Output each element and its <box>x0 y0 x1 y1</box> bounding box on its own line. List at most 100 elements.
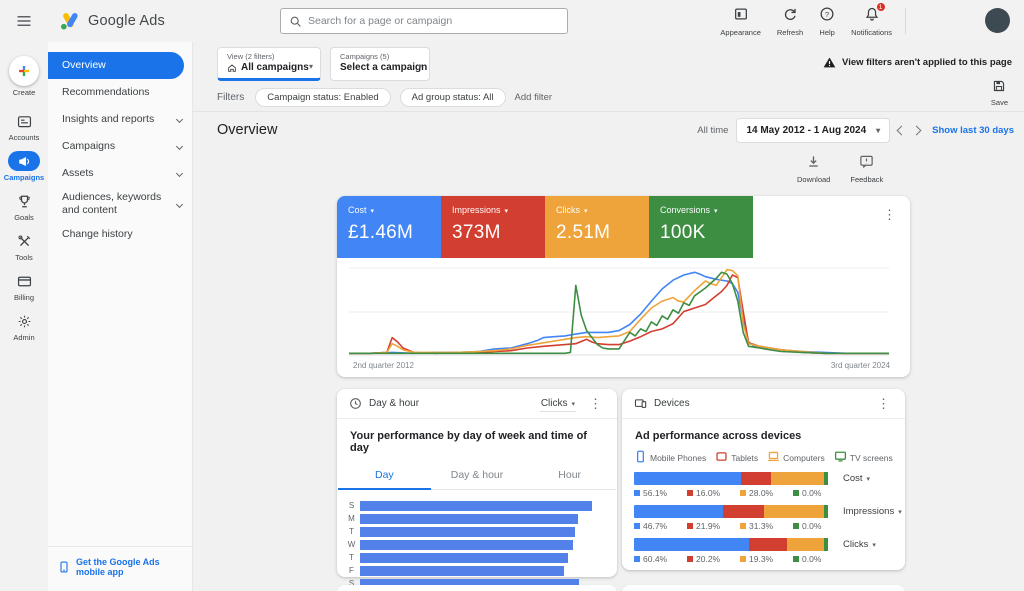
feedback-button[interactable]: Feedback <box>850 154 883 184</box>
metric-tile-conversions[interactable]: Conversions100K <box>649 196 753 258</box>
sidebar-item-insights-and-reports[interactable]: Insights and reports <box>48 106 192 133</box>
day-bar-row: M <box>346 512 601 525</box>
sidebar-item-label: Assets <box>62 167 94 180</box>
svg-text:?: ? <box>825 10 829 19</box>
day-bar[interactable] <box>360 553 568 563</box>
metric-label: Cost <box>348 205 430 215</box>
device-metric-select[interactable]: Clicks <box>843 539 876 550</box>
left-nav-panel: OverviewRecommendations Insights and repo… <box>48 42 193 591</box>
device-stat: 0.0% <box>793 521 846 531</box>
chart-tools: Download Feedback <box>797 154 883 184</box>
rail-item-admin[interactable]: Admin <box>0 311 48 342</box>
rail-item-tools[interactable]: Tools <box>0 231 48 262</box>
tools-icon <box>8 231 40 251</box>
metric-tile-impressions[interactable]: Impressions373M <box>441 196 545 258</box>
campaign-select[interactable]: Campaigns (5) Select a campaign ▾ <box>330 47 430 81</box>
device-stat: 16.0% <box>687 488 740 498</box>
devices-card: Devices ⋮ Ad performance across devices … <box>622 389 905 570</box>
dropdown-arrow-icon <box>580 205 588 215</box>
sidebar-item-audiences-keywords-and-content[interactable]: Audiences, keywords and content <box>48 187 192 221</box>
campaign-select-value: Select a campaign <box>340 62 427 73</box>
chevron-down-icon <box>176 200 183 207</box>
overflow-menu-button[interactable]: ⋮ <box>879 206 900 223</box>
google-ads-logo: Google Ads <box>58 11 165 31</box>
legend-item-tv-screens[interactable]: TV screens <box>834 450 893 465</box>
sidebar-item-overview[interactable]: Overview <box>48 52 184 79</box>
device-stats-row: 46.7%21.9%31.3%0.0% <box>634 521 846 531</box>
previous-range-button[interactable] <box>897 126 907 136</box>
device-metric-select[interactable]: Cost <box>843 473 870 484</box>
show-last-30-days-link[interactable]: Show last 30 days <box>932 125 1014 136</box>
create-button[interactable] <box>9 56 39 86</box>
view-select[interactable]: View (2 filters) All campaigns ▾ <box>217 47 321 81</box>
appearance-icon <box>733 6 749 27</box>
mobile-app-link[interactable]: Get the Google Ads mobile app <box>48 546 192 591</box>
bar-segment-computers <box>787 538 824 551</box>
device-stats-row: 56.1%16.0%28.0%0.0% <box>634 488 846 498</box>
menu-button[interactable] <box>0 12 48 30</box>
metric-tile-clicks[interactable]: Clicks2.51M <box>545 196 649 258</box>
device-stat-value: 0.0% <box>802 521 821 531</box>
overflow-menu-button[interactable]: ⋮ <box>586 395 605 412</box>
rail-item-create[interactable]: Create <box>0 56 48 97</box>
range-shortcut-label: All time <box>697 125 728 136</box>
legend-item-computers[interactable]: Computers <box>767 450 825 465</box>
device-stat-value: 19.3% <box>749 554 773 564</box>
devices-icon <box>634 397 647 410</box>
global-search[interactable] <box>280 8 568 34</box>
top-app-bar: Google Ads Appearance Refresh ?Help 1Notifi… <box>0 0 1024 42</box>
line-series-impressions <box>349 275 889 353</box>
day-bar[interactable] <box>360 540 573 550</box>
rail-item-accounts[interactable]: Accounts <box>0 111 48 142</box>
overflow-menu-button[interactable]: ⋮ <box>874 395 893 412</box>
rail-item-billing[interactable]: Billing <box>0 271 48 302</box>
day-bar[interactable] <box>360 514 578 524</box>
dropdown-arrow-icon <box>710 205 718 215</box>
day-bar[interactable] <box>360 566 564 576</box>
day-bar[interactable] <box>360 527 575 537</box>
refresh-button[interactable]: Refresh <box>777 6 803 37</box>
legend-item-mobile-phones[interactable]: Mobile Phones <box>634 450 706 465</box>
notification-badge: 1 <box>876 2 886 12</box>
tab-hour[interactable]: Hour <box>523 463 616 489</box>
account-avatar[interactable] <box>985 8 1010 33</box>
sidebar-item-change-history[interactable]: Change history <box>48 221 192 248</box>
filter-chip[interactable]: Ad group status: All <box>400 88 506 107</box>
save-button[interactable]: Save <box>991 79 1008 107</box>
search-input[interactable] <box>308 15 559 27</box>
sidebar-item-assets[interactable]: Assets <box>48 160 192 187</box>
metric-select-dropdown[interactable]: Clicks <box>540 396 576 412</box>
sidebar-item-label: Insights and reports <box>62 113 154 126</box>
device-stat: 31.3% <box>740 521 793 531</box>
notifications-button[interactable]: 1Notifications <box>851 6 892 37</box>
metric-value: 2.51M <box>556 222 638 244</box>
device-metric-select[interactable]: Impressions <box>843 506 902 517</box>
rail-item-campaigns[interactable]: Campaigns <box>0 151 48 182</box>
add-filter-button[interactable]: Add filter <box>515 92 553 103</box>
help-button[interactable]: ?Help <box>819 6 835 37</box>
warning-icon <box>823 56 836 69</box>
appearance-button[interactable]: Appearance <box>720 6 760 37</box>
sidebar-item-recommendations[interactable]: Recommendations <box>48 79 192 106</box>
phone-icon <box>634 450 647 465</box>
filter-chip[interactable]: Campaign status: Enabled <box>255 88 390 107</box>
legend-label: Tablets <box>731 453 758 463</box>
date-range-picker[interactable]: 14 May 2012 - 1 Aug 2024 ▾ <box>736 118 890 143</box>
day-bar[interactable] <box>360 501 592 511</box>
next-range-button[interactable] <box>912 126 922 136</box>
bar-segment-computers <box>771 472 824 485</box>
tab-day[interactable]: Day <box>338 463 431 489</box>
main-content: View (2 filters) All campaigns ▾ Campaig… <box>193 42 1024 591</box>
metric-tile-cost[interactable]: Cost£1.46M <box>337 196 441 258</box>
device-stat-value: 0.0% <box>802 554 821 564</box>
download-button[interactable]: Download <box>797 154 830 184</box>
legend-item-tablets[interactable]: Tablets <box>715 450 758 465</box>
feedback-icon <box>859 154 874 169</box>
x-axis-start-label: 2nd quarter 2012 <box>353 361 414 370</box>
tab-day-hour[interactable]: Day & hour <box>431 463 524 489</box>
device-stat-value: 31.3% <box>749 521 773 531</box>
campaigns-icon <box>8 151 40 171</box>
rail-item-goals[interactable]: Goals <box>0 191 48 222</box>
metric-tiles: Cost£1.46MImpressions373MClicks2.51MConv… <box>337 196 910 258</box>
sidebar-item-campaigns[interactable]: Campaigns <box>48 133 192 160</box>
